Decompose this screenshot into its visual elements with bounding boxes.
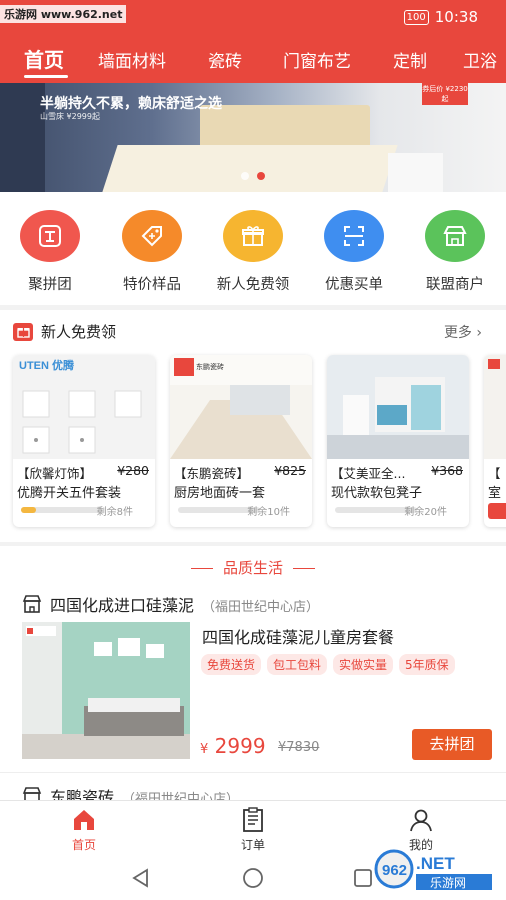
chevron-right-icon: › (476, 325, 482, 341)
svg-text:东鹏瓷砖: 东鹏瓷砖 (196, 362, 224, 371)
shop-location: （福田世纪中心店） (202, 600, 320, 615)
recents-icon[interactable] (353, 868, 373, 888)
pager-dot[interactable] (241, 172, 249, 180)
new-user-free-section: 新人免费领 更多 › UTEN 优腾 【欣馨灯饰】 ¥280 优腾开关五件套装 … (0, 310, 506, 542)
product-image[interactable] (22, 622, 190, 759)
product-card[interactable]: 【艾美亚全... ¥368 现代款软包凳子 剩余20件 (327, 355, 469, 527)
tab-tiles[interactable]: 瓷砖 (208, 47, 242, 72)
more-link[interactable]: 更多 › (444, 322, 482, 342)
product-card[interactable]: 【 室 (484, 355, 506, 527)
active-tab-indicator (24, 75, 68, 78)
group-icon (20, 210, 80, 262)
tag: 包工包料 (267, 654, 328, 675)
pager-dot-active[interactable] (257, 172, 265, 180)
quality-life-section: 品质生活 四国化成进口硅藻泥 （福田世纪中心店） 四国化成硅藻泥儿童房套餐 免费… (0, 546, 506, 807)
stock-progress (21, 507, 103, 513)
product-image (484, 355, 506, 459)
tab-home[interactable]: 首页 (24, 44, 64, 73)
original-price: ¥7830 (278, 740, 320, 755)
shop-header[interactable]: 四国化成进口硅藻泥 （福田世纪中心店） (22, 592, 319, 616)
tab-wall-materials[interactable]: 墙面材料 (98, 47, 166, 72)
entry-partner-shops[interactable]: 联盟商户 (410, 210, 500, 294)
banner-subtitle: 山雪床 ¥2999起 (40, 112, 100, 121)
product-title[interactable]: 四国化成硅藻泥儿童房套餐 (202, 624, 394, 648)
status-time: 10:38 (434, 8, 478, 26)
back-icon[interactable] (130, 867, 152, 889)
tab-custom[interactable]: 定制 (393, 47, 427, 72)
product-card[interactable]: 东鹏瓷砖 【东鹏瓷砖】 ¥825 厨房地面砖一套 剩余10件 (170, 355, 312, 527)
home-circle-icon[interactable] (241, 866, 265, 890)
tab-bathroom[interactable]: 卫浴 (463, 47, 497, 72)
svg-text:962: 962 (382, 862, 407, 879)
category-tabs: 首页 墙面材料 瓷砖 门窗布艺 定制 卫浴 (0, 33, 506, 83)
watermark-top: 乐游网 www.962.net (0, 5, 127, 23)
svg-text:UTEN 优腾: UTEN 优腾 (19, 358, 75, 372)
user-icon (410, 809, 432, 832)
divider (0, 772, 506, 773)
header: 乐游网 www.962.net 100 10:38 首页 墙面材料 瓷砖 门窗布… (0, 0, 506, 83)
section-title: 品质生活 (222, 559, 283, 577)
entry-free-gift[interactable]: 新人免费领 (208, 210, 298, 294)
banner-pager (241, 172, 265, 180)
entry-group-buy[interactable]: 聚拼团 (5, 210, 95, 294)
tag: 5年质保 (399, 654, 455, 675)
app-screen: 乐游网 www.962.net 100 10:38 首页 墙面材料 瓷砖 门窗布… (0, 0, 506, 900)
status-bar: 乐游网 www.962.net 100 10:38 (0, 0, 506, 33)
product-image: 东鹏瓷砖 (170, 355, 312, 459)
store-icon (22, 595, 42, 613)
nav-orders[interactable]: 订单 (213, 807, 293, 853)
banner-price-tag: 券后价 ¥2230起 (422, 83, 468, 105)
gift-icon (223, 210, 283, 262)
banner-title: 半躺持久不累，赖床舒适之选 (40, 96, 222, 112)
svg-text:.NET: .NET (416, 854, 455, 873)
quick-entry-row: 聚拼团 特价样品 新人免费领 优惠买单 联盟商户 (0, 192, 506, 305)
battery-icon: 100 (403, 9, 429, 25)
group-price: ¥ 2999 (200, 734, 266, 758)
tag: 实做实量 (333, 654, 394, 675)
tag: 免费送货 (201, 654, 262, 675)
entry-sale-samples[interactable]: 特价样品 (107, 210, 197, 294)
product-image: UTEN 优腾 (13, 355, 155, 459)
section-title: 新人免费领 (41, 323, 117, 341)
order-icon (243, 807, 263, 832)
home-icon (74, 810, 94, 830)
shop-icon (425, 210, 485, 262)
svg-text:乐游网: 乐游网 (430, 876, 466, 890)
watermark-logo: 962 .NET 乐游网 (374, 849, 492, 890)
join-group-button[interactable]: 去拼团 (412, 729, 492, 760)
scan-icon (324, 210, 384, 262)
entry-discount-pay[interactable]: 优惠买单 (309, 210, 399, 294)
product-card[interactable]: UTEN 优腾 【欣馨灯饰】 ¥280 优腾开关五件套装 剩余8件 (13, 355, 155, 527)
shop-name: 四国化成进口硅藻泥 (50, 596, 195, 615)
gift-icon (13, 322, 33, 341)
product-image (327, 355, 469, 459)
promo-banner[interactable]: 半躺持久不累，赖床舒适之选 山雪床 ¥2999起 券后价 ¥2230起 (0, 83, 506, 192)
tab-doors-windows[interactable]: 门窗布艺 (283, 47, 351, 72)
nav-home[interactable]: 首页 (44, 807, 124, 853)
discount-tag-icon (122, 210, 182, 262)
product-tags: 免费送货 包工包料 实做实量 5年质保 (201, 654, 455, 675)
